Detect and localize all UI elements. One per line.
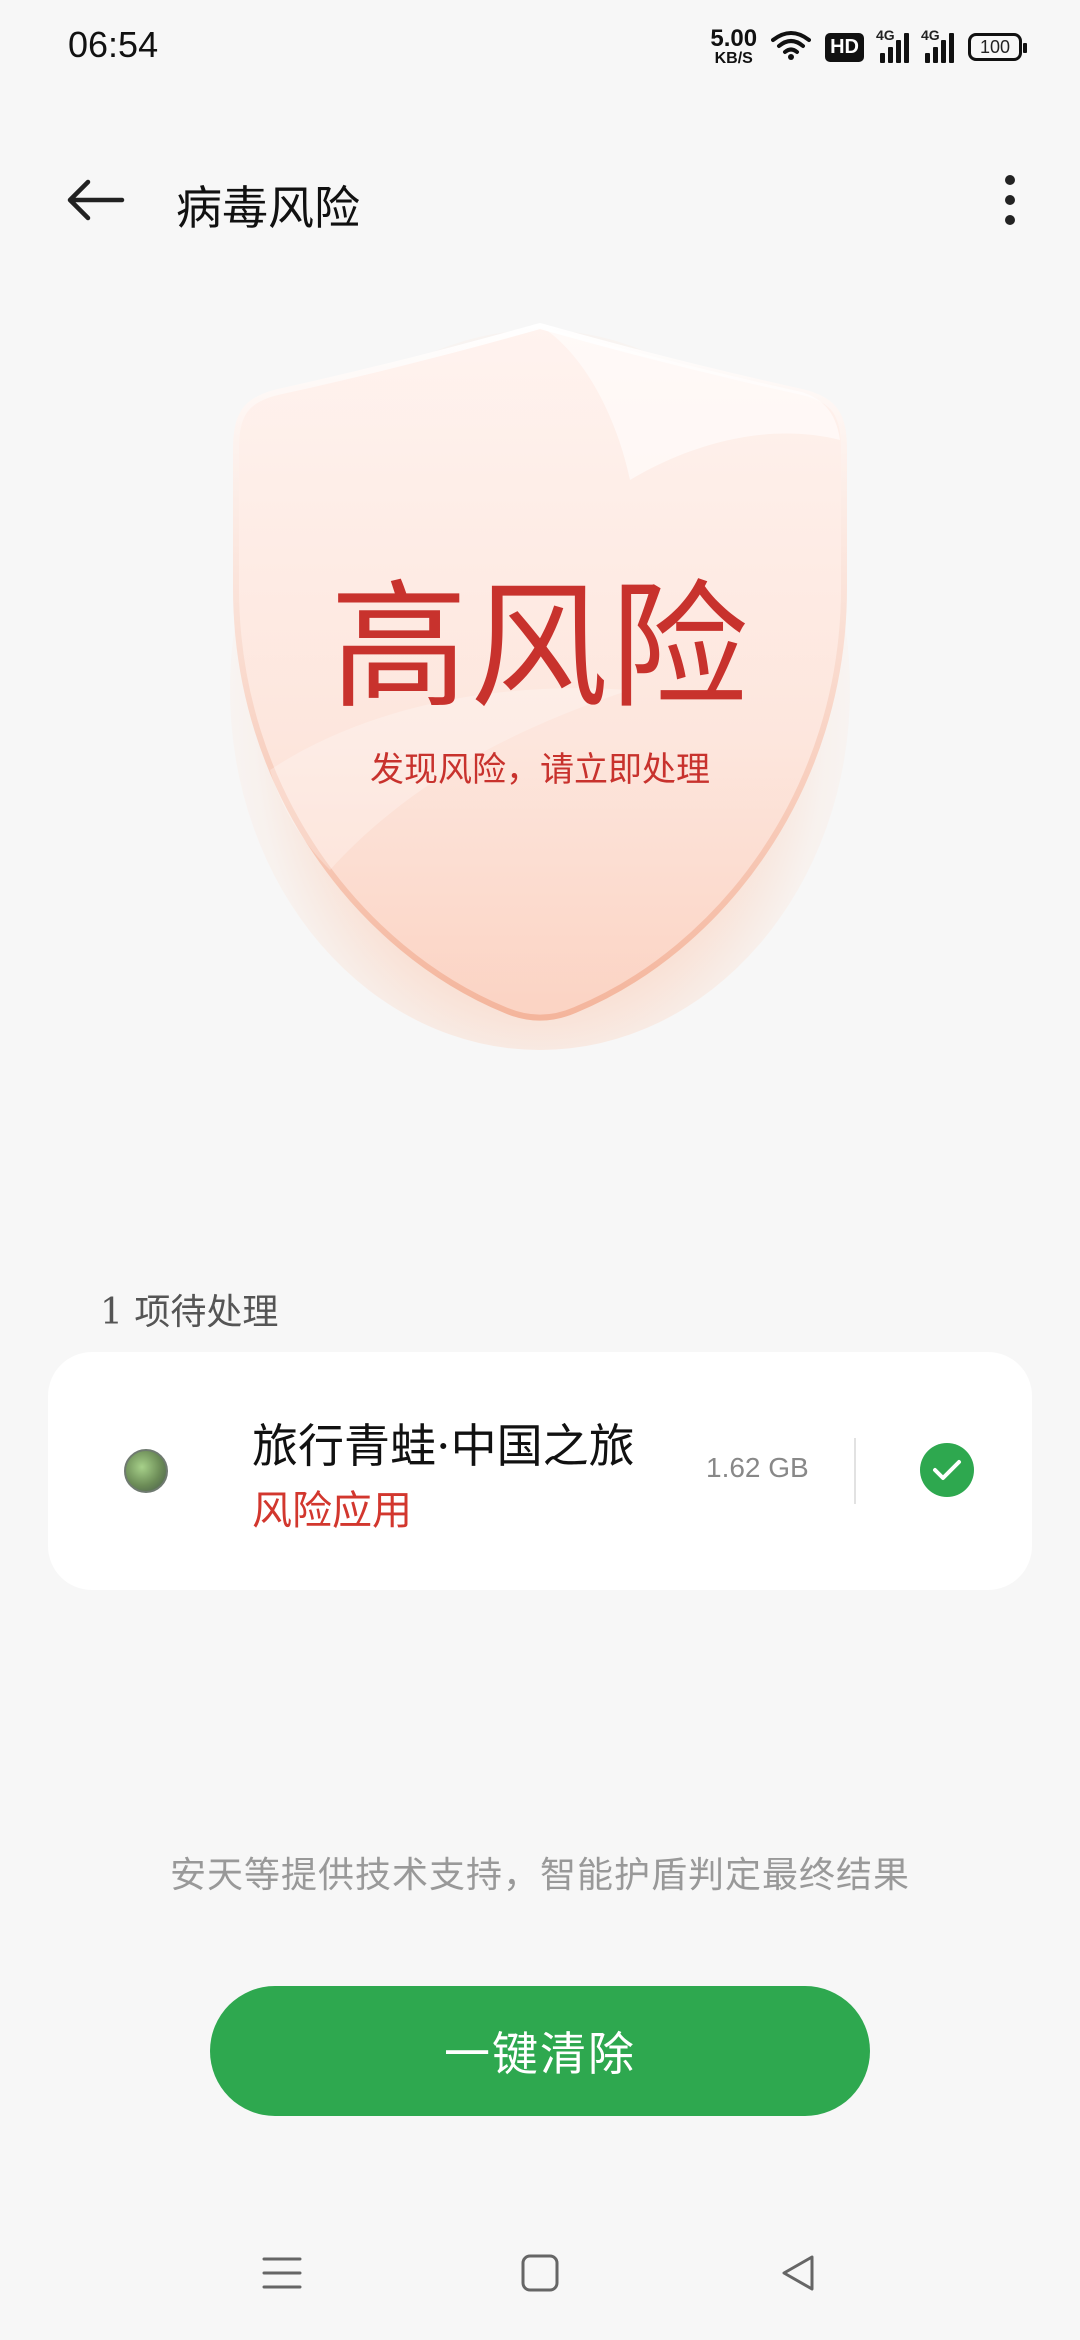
app-name: 旅行青蛙·中国之旅 (252, 1419, 635, 1473)
signal-icon-1: 4G (876, 27, 909, 63)
more-dot-icon (1005, 195, 1015, 205)
battery-icon: 100 (968, 33, 1027, 61)
network-speed-unit: KB/S (714, 50, 753, 67)
home-square-icon (521, 2254, 559, 2292)
risk-level-title: 高风险 (329, 567, 750, 728)
app-header: 病毒风险 (0, 150, 1080, 250)
page-title: 病毒风险 (176, 181, 360, 235)
app-icon (124, 1449, 168, 1493)
risk-level-subtitle: 发现风险，请立即处理 (370, 750, 710, 790)
wifi-icon (771, 29, 812, 65)
menu-icon (262, 2257, 302, 2289)
hd-icon: HD (825, 32, 864, 62)
risk-item-card[interactable]: 旅行青蛙·中国之旅 风险应用 1.62 GB (48, 1352, 1032, 1590)
status-icons: 5.00 KB/S HD 4G 4G 100 (710, 22, 1027, 72)
tech-support-note: 安天等提供技术支持，智能护盾判定最终结果 (169, 1855, 910, 1896)
back-arrow-icon (67, 179, 125, 221)
status-time: 06:54 (68, 24, 159, 65)
network-speed-value: 5.00 (710, 25, 758, 52)
status-bar: 06:54 5.00 KB/S HD 4G 4G 100 (0, 0, 1080, 96)
card-divider (854, 1438, 856, 1504)
signal-icon-2: 4G (921, 27, 954, 63)
risk-shield: 高风险 发现风险，请立即处理 (160, 250, 920, 1130)
nav-menu-button[interactable] (252, 2248, 312, 2298)
network-speed: 5.00 KB/S (710, 27, 757, 67)
nav-back-button[interactable] (768, 2248, 828, 2298)
signal-2-label: 4G (921, 27, 940, 43)
pending-count-label: 1 项待处理 (100, 1292, 279, 1333)
check-icon (933, 1460, 961, 1480)
more-dot-icon (1005, 175, 1015, 185)
signal-1-label: 4G (876, 27, 895, 43)
back-triangle-icon (782, 2255, 814, 2291)
item-checkbox[interactable] (920, 1443, 974, 1497)
more-options-button[interactable] (980, 170, 1040, 230)
one-click-clean-button[interactable]: 一键清除 (210, 1986, 870, 2116)
back-button[interactable] (60, 170, 132, 230)
risk-tag: 风险应用 (252, 1488, 412, 1534)
system-nav-bar (0, 2228, 1080, 2318)
more-dot-icon (1005, 215, 1015, 225)
nav-home-button[interactable] (510, 2248, 570, 2298)
app-size: 1.62 GB (706, 1452, 809, 1483)
